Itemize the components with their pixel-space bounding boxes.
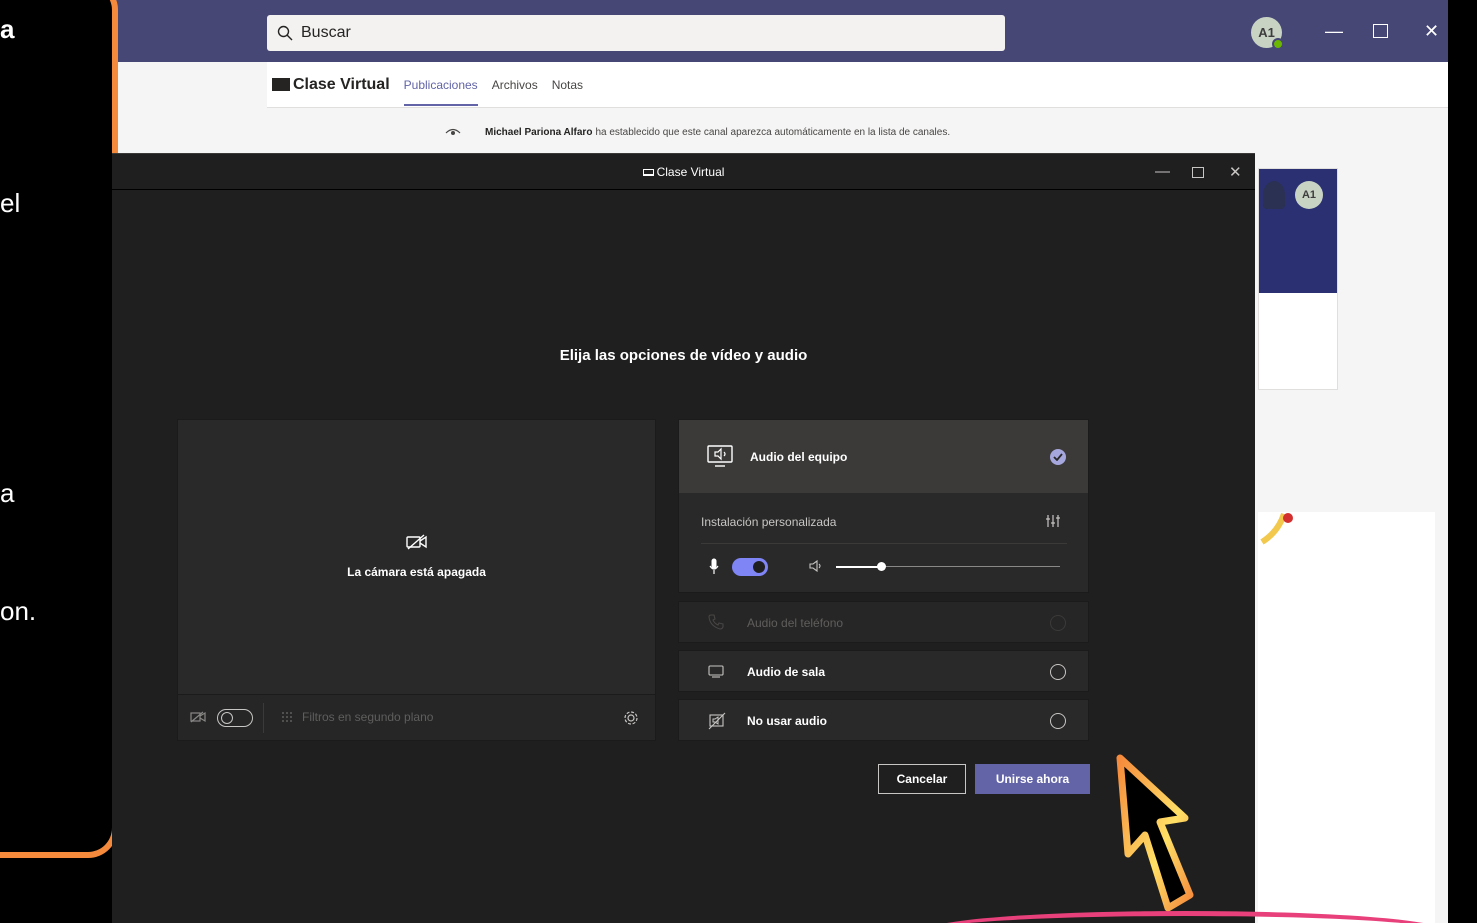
participant-avatar-photo xyxy=(1263,181,1285,209)
callout-fragment: on. xyxy=(0,596,37,626)
room-audio-radio[interactable] xyxy=(1050,664,1066,680)
computer-audio-icon xyxy=(707,445,733,467)
channel-title: Clase Virtual xyxy=(272,76,390,94)
callout-fragment: a xyxy=(0,478,15,508)
channel-notice: Michael Pariona Alfaro ha establecido qu… xyxy=(445,127,950,138)
computer-audio-label: Audio del equipo xyxy=(750,450,848,464)
no-audio-option[interactable]: No usar audio xyxy=(678,699,1089,741)
audio-settings-sliders-icon[interactable] xyxy=(1046,515,1060,527)
cancel-button[interactable]: Cancelar xyxy=(878,764,966,794)
search-input[interactable]: Buscar xyxy=(267,15,1005,51)
settings-gear-icon[interactable] xyxy=(623,710,639,726)
toggle-knob xyxy=(221,712,233,724)
phone-audio-option[interactable]: Audio del teléfono xyxy=(678,601,1089,643)
tab-notas[interactable]: Notas xyxy=(552,78,583,92)
microphone-toggle[interactable] xyxy=(732,558,768,576)
maximize-icon[interactable] xyxy=(1192,167,1204,178)
check-icon xyxy=(1050,449,1066,465)
no-audio-label: No usar audio xyxy=(747,714,828,728)
computer-audio-option[interactable]: Audio del equipo Instalación personaliza… xyxy=(678,419,1089,593)
annotation-arrow-icon xyxy=(1116,754,1194,912)
participant-avatar: A1 xyxy=(1295,181,1323,209)
notice-author: Michael Pariona Alfaro xyxy=(485,127,593,138)
divider xyxy=(263,703,264,733)
callout-fragment: el xyxy=(0,188,21,218)
sticker-image xyxy=(1260,512,1293,545)
close-icon[interactable]: ✕ xyxy=(1424,20,1439,42)
minimize-icon[interactable]: — xyxy=(1155,163,1170,180)
tab-archivos[interactable]: Archivos xyxy=(492,78,538,92)
room-display-icon xyxy=(708,665,724,678)
camera-off-icon xyxy=(190,711,206,723)
callout-fragment: a xyxy=(0,14,15,44)
search-placeholder: Buscar xyxy=(301,24,351,41)
background-effects-icon xyxy=(282,712,292,722)
minimize-icon[interactable]: — xyxy=(1325,20,1343,42)
eye-icon xyxy=(445,128,461,135)
meeting-title-bar: Clase Virtual — ✕ xyxy=(112,154,1255,190)
presence-available-icon xyxy=(1272,38,1284,50)
post-card: A1 xyxy=(1258,168,1338,390)
filters-label: Filtros en segundo plano xyxy=(302,710,434,724)
toggle-knob xyxy=(753,561,765,573)
meeting-window-title: Clase Virtual xyxy=(112,165,1255,179)
camera-off-icon xyxy=(178,534,655,555)
content-panel xyxy=(1258,512,1435,923)
laptop-icon xyxy=(642,169,654,177)
meeting-window: Clase Virtual — ✕ Elija las opciones de … xyxy=(112,153,1255,923)
no-audio-radio[interactable] xyxy=(1050,713,1066,729)
custom-setup-label: Instalación personalizada xyxy=(701,515,837,529)
background-filters-button[interactable]: Filtros en segundo plano xyxy=(280,710,433,724)
avatar-initials: A1 xyxy=(1258,25,1275,40)
microphone-icon xyxy=(709,558,719,574)
speaker-off-icon xyxy=(708,712,726,730)
page-title: Elija las opciones de vídeo y audio xyxy=(559,347,808,364)
search-icon xyxy=(277,25,293,41)
notice-text: ha establecido que este canal aparezca a… xyxy=(595,127,951,138)
laptop-icon xyxy=(272,78,290,91)
channel-header: Clase Virtual Publicaciones Archivos Not… xyxy=(267,62,1448,108)
room-audio-label: Audio de sala xyxy=(747,665,826,679)
phone-icon xyxy=(708,614,724,630)
tutorial-callout xyxy=(0,0,118,858)
channel-title-text: Clase Virtual xyxy=(293,75,390,93)
maximize-icon[interactable] xyxy=(1373,24,1388,38)
join-now-button[interactable]: Unirse ahora xyxy=(975,764,1090,794)
close-icon[interactable]: ✕ xyxy=(1229,163,1242,181)
participant-initials: A1 xyxy=(1301,189,1317,201)
video-preview: La cámara está apagada Filtros en segund… xyxy=(177,419,656,741)
speaker-volume-slider[interactable] xyxy=(836,562,1060,571)
user-avatar[interactable]: A1 xyxy=(1251,17,1284,50)
volume-thumb[interactable] xyxy=(876,562,886,571)
phone-audio-radio[interactable] xyxy=(1050,615,1066,631)
phone-audio-label: Audio del teléfono xyxy=(747,616,844,630)
tab-publicaciones[interactable]: Publicaciones xyxy=(403,78,478,106)
camera-toggle[interactable] xyxy=(217,709,253,727)
screenshot: Buscar A1 — ✕ Clase Virtual Publicacione… xyxy=(0,0,1477,923)
camera-off-text: La cámara está apagada xyxy=(347,565,486,579)
divider xyxy=(701,543,1067,544)
speaker-icon xyxy=(809,560,821,572)
room-audio-option[interactable]: Audio de sala xyxy=(678,650,1089,692)
computer-audio-header xyxy=(679,420,1088,493)
volume-fill xyxy=(836,565,881,568)
meeting-window-title-text: Clase Virtual xyxy=(656,165,725,179)
preview-toolbar: Filtros en segundo plano xyxy=(178,694,655,740)
